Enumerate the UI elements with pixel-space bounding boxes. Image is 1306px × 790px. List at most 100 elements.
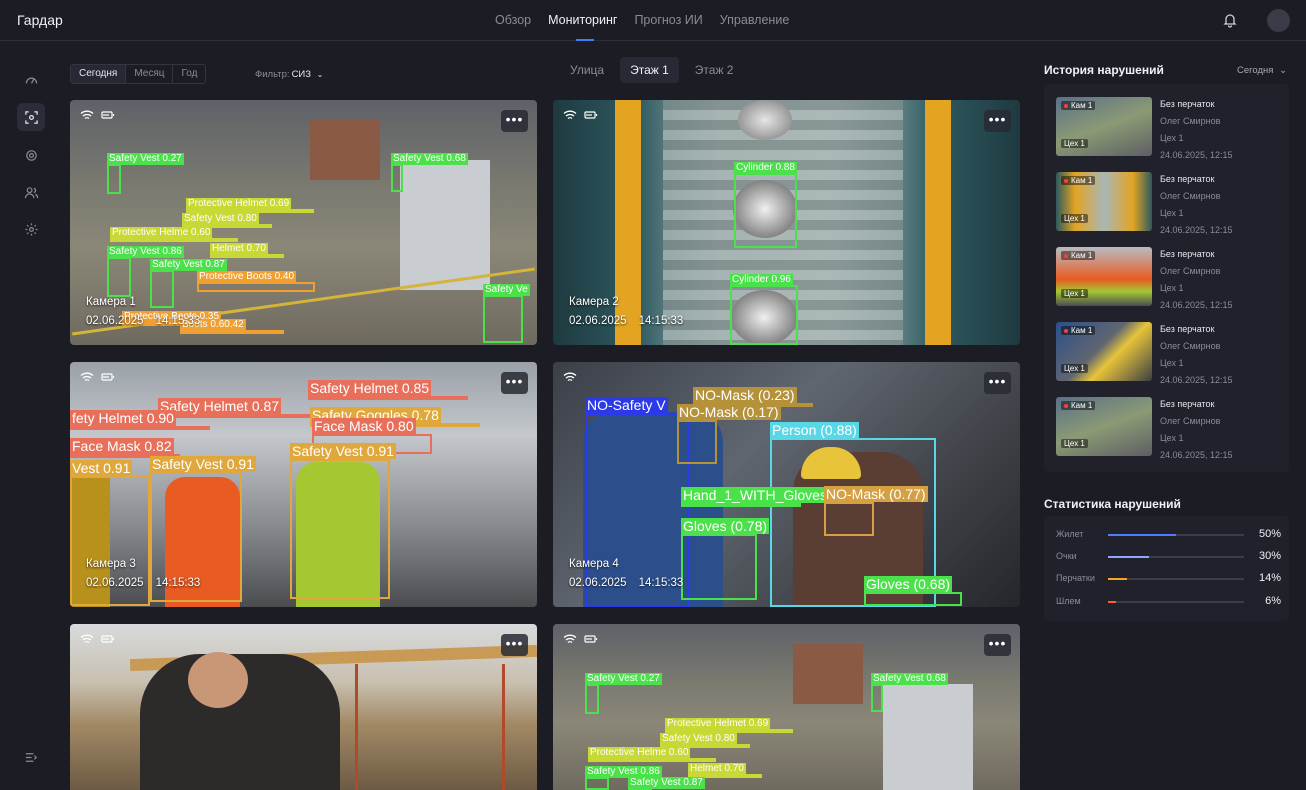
camera-timestamp: 02.06.2025 14:15:33 [86, 577, 200, 589]
detection-box: Safety Vest 0.68 [391, 153, 468, 192]
camera-more-button[interactable]: ••• [984, 110, 1011, 132]
rail-right [925, 100, 951, 345]
violation-person: Олег Смирнов [1160, 191, 1221, 201]
detection-box: Safety Helmet 0.85 [308, 380, 468, 400]
battery-icon [584, 635, 598, 643]
tab-floor-1[interactable]: Этаж 1 [620, 57, 679, 83]
shelf [310, 120, 380, 180]
collapse-menu-icon [25, 752, 37, 762]
violation-datetime: 24.06.2025, 12:15 [1160, 375, 1233, 385]
worker-head [188, 652, 248, 708]
detection-label: Safety Vest 0.80 [660, 733, 737, 745]
camera-more-button[interactable]: ••• [984, 372, 1011, 394]
detection-box: Gloves (0.68) [864, 576, 962, 606]
camera-more-button[interactable]: ••• [501, 110, 528, 132]
thumb-zone: Цех 1 [1061, 364, 1088, 373]
camera-feed-4[interactable]: NO-Safety V NO-Mask (0.23) NO-Mask (0.17… [553, 362, 1020, 607]
detection-label: NO-Mask (0.77) [824, 486, 928, 502]
detection-box: Safety Vest 0.87 [150, 259, 227, 308]
stat-bar [1108, 556, 1149, 558]
sidebar-collapse[interactable] [17, 743, 45, 771]
violation-type: Без перчаток [1160, 99, 1215, 109]
violation-type: Без перчаток [1160, 249, 1215, 259]
detection-label: Cylinder 0.96 [730, 274, 793, 286]
detection-label: Safety Vest 0.91 [150, 456, 256, 472]
stat-row: Шлем 6% [1056, 595, 1281, 609]
detection-box: Safety Vest 0.86 [107, 246, 184, 297]
period-year[interactable]: Год [173, 65, 205, 83]
sidebar-item-dashboard[interactable] [17, 66, 45, 94]
detection-label: Protective Boots 0.40 [197, 271, 297, 283]
camera-status [80, 633, 115, 645]
detection-label: NO-Mask (0.17) [677, 404, 781, 420]
nav-management[interactable]: Управление [720, 0, 790, 41]
sidebar-item-users[interactable] [17, 178, 45, 206]
camera-time: 14:15:33 [638, 315, 684, 327]
detection-label: Protective Helme 0.60 [110, 227, 213, 239]
list-item[interactable]: Кам 1 Цех 1 Без перчаток Олег Смирнов Цех… [1056, 172, 1278, 235]
detection-label: Safety Vest 0.87 [628, 777, 705, 789]
period-month[interactable]: Месяц [126, 65, 174, 83]
tab-floor-2[interactable]: Этаж 2 [685, 57, 744, 83]
ppe-filter-dropdown[interactable]: Фильтр: СИЗ ⌄ [255, 69, 323, 80]
sidebar-item-settings[interactable] [17, 215, 45, 243]
thumb-zone: Цех 1 [1061, 289, 1088, 298]
shelf [793, 644, 863, 704]
detection-box: Protective Boots 0.40 [197, 271, 315, 292]
detection-label: Hand_1_WITH_Gloves [681, 487, 829, 503]
violation-stats: Жилет 50% Очки 30% Перчатки 14% Шлем 6% [1044, 516, 1289, 621]
violation-datetime: 24.06.2025, 12:15 [1160, 150, 1233, 160]
history-period-value: Сегодня [1237, 65, 1274, 76]
sidebar-item-ai[interactable] [17, 141, 45, 169]
violation-area: Цех 1 [1160, 358, 1184, 368]
stat-label: Шлем [1056, 596, 1081, 606]
detection-label: fety Helmet 0.90 [70, 410, 176, 426]
stat-track [1108, 601, 1244, 603]
chevron-down-icon: ⌄ [1279, 65, 1288, 76]
list-item[interactable]: Кам 1 Цех 1 Без перчаток Олег Смирнов Цех… [1056, 97, 1278, 160]
history-period-dropdown[interactable]: Сегодня ⌄ [1237, 65, 1287, 76]
list-item[interactable]: Кам 1 Цех 1 Без перчаток Олег Смирнов Цех… [1056, 322, 1278, 385]
sidebar [0, 41, 62, 790]
violation-type: Без перчаток [1160, 324, 1215, 334]
detection-box: Boots 0.60.42 [180, 319, 284, 334]
nav-overview[interactable]: Обзор [495, 0, 531, 41]
camera-feed-6[interactable]: Safety Vest 0.27 Safety Vest 0.68 Protec… [553, 624, 1020, 790]
nav-ai-forecast[interactable]: Прогноз ИИ [634, 0, 702, 41]
notification-bell-icon[interactable] [1222, 12, 1238, 28]
wifi-icon [80, 372, 94, 382]
wifi-icon [80, 634, 94, 644]
camera-more-button[interactable]: ••• [501, 372, 528, 394]
floor-tabs: Улица Этаж 1 Этаж 2 [560, 57, 743, 83]
camera-name: Камера 3 [86, 558, 136, 570]
detection-label: Protective Helme 0.60 [588, 747, 691, 759]
avatar[interactable] [1267, 9, 1290, 32]
camera-date: 02.06.2025 [86, 577, 144, 589]
camera-scan-icon [24, 110, 38, 124]
camera-feed-1[interactable]: Safety Vest 0.27 Safety Vest 0.68 Protec… [70, 100, 537, 345]
camera-timestamp: 02.06.2025 14:15:33 [86, 315, 200, 327]
list-item[interactable]: Кам 1 Цех 1 Без перчаток Олег Смирнов Цех… [1056, 247, 1278, 310]
wifi-icon [80, 110, 94, 120]
app-logo[interactable]: Гардар [17, 12, 63, 28]
camera-more-button[interactable]: ••• [984, 634, 1011, 656]
tab-street[interactable]: Улица [560, 57, 614, 83]
violation-datetime: 24.06.2025, 12:15 [1160, 225, 1233, 235]
period-today[interactable]: Сегодня [71, 65, 127, 83]
camera-feed-3[interactable]: Safety Helmet 0.85 Safety Helmet 0.87 fe… [70, 362, 537, 607]
list-item[interactable]: Кам 1 Цех 1 Без перчаток Олег Смирнов Цех… [1056, 397, 1278, 460]
violation-type: Без перчаток [1160, 174, 1215, 184]
violation-datetime: 24.06.2025, 12:15 [1160, 300, 1233, 310]
detection-box: Safety Vest 0.91 [290, 443, 396, 599]
violation-person: Олег Смирнов [1160, 266, 1221, 276]
camera-feed-2[interactable]: Cylinder 0.88 Cylinder 0.96 ••• Камера 2… [553, 100, 1020, 345]
detection-label: Protective Helmet 0.69 [665, 718, 771, 730]
camera-feed-5[interactable]: ••• [70, 624, 537, 790]
detection-box: NO-Mask (0.17) [677, 404, 781, 464]
camera-more-button[interactable]: ••• [501, 634, 528, 656]
detection-box: Safety Vest 0.27 [585, 673, 662, 714]
stat-track [1108, 534, 1244, 536]
nav-monitoring[interactable]: Мониторинг [548, 0, 617, 41]
sidebar-item-monitoring[interactable] [17, 103, 45, 131]
detection-box: Gloves (0.78) [681, 518, 770, 600]
